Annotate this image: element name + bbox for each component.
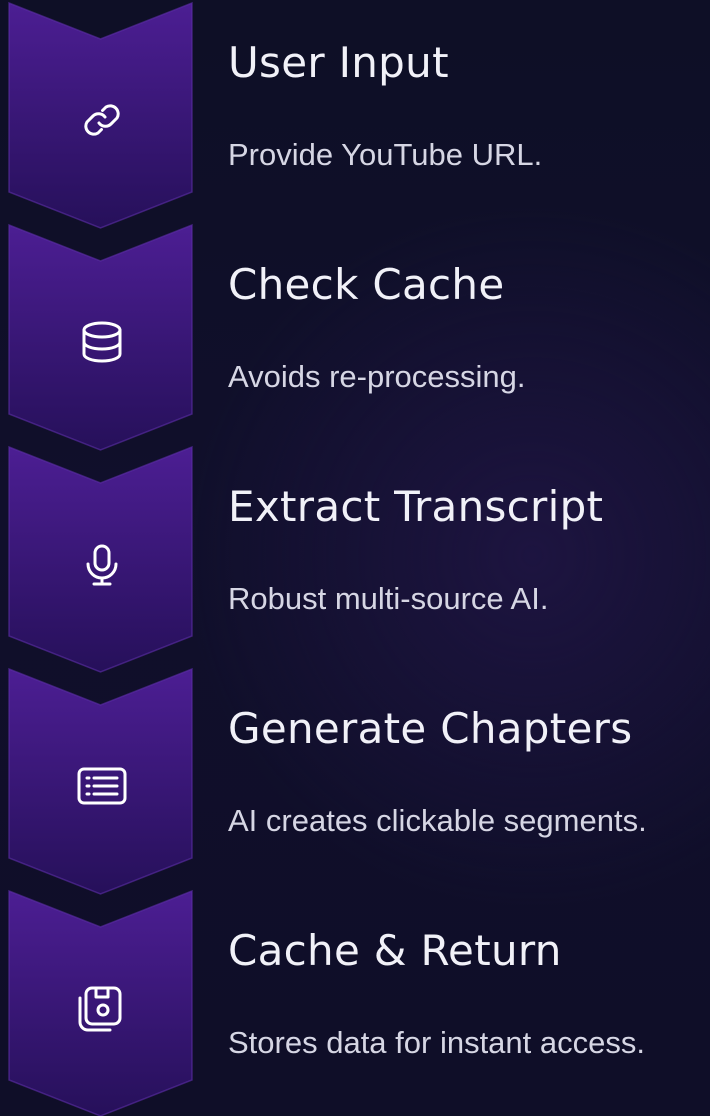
step-description: Stores data for instant access.: [228, 1025, 645, 1060]
step-title: Check Cache: [228, 260, 505, 309]
step-extract-transcript: Extract Transcript Robust multi-source A…: [0, 444, 710, 673]
step-title: Extract Transcript: [228, 482, 604, 531]
process-flow: User Input Provide YouTube URL. Check Ca…: [0, 0, 710, 1116]
step-description: Robust multi-source AI.: [228, 581, 549, 616]
step-user-input: User Input Provide YouTube URL.: [0, 0, 710, 229]
step-check-cache: Check Cache Avoids re-processing.: [0, 222, 710, 451]
save-icon: [70, 976, 134, 1040]
step-title: Generate Chapters: [228, 704, 633, 753]
step-title: Cache & Return: [228, 926, 562, 975]
step-title: User Input: [228, 38, 449, 87]
microphone-icon: [70, 532, 134, 596]
step-description: Avoids re-processing.: [228, 359, 526, 394]
step-cache-and-return: Cache & Return Stores data for instant a…: [0, 888, 710, 1116]
list-icon: [70, 754, 134, 818]
step-generate-chapters: Generate Chapters AI creates clickable s…: [0, 666, 710, 895]
database-icon: [70, 310, 134, 374]
step-description: AI creates clickable segments.: [228, 803, 647, 838]
step-description: Provide YouTube URL.: [228, 137, 543, 172]
link-icon: [70, 88, 134, 152]
